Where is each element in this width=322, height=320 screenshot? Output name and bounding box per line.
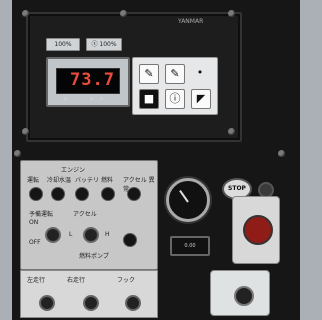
accel-low-label: L (69, 231, 73, 238)
engine-item-4: 燃料 (101, 177, 114, 184)
gauge-needle (179, 189, 189, 203)
travel-controls: 左走行 右走行 フック (20, 270, 158, 318)
mode-switch[interactable] (45, 227, 61, 243)
keypad: ✎ ✎ • ■ ⓘ ◤ (132, 57, 218, 115)
display-module: 73.7 (46, 57, 130, 107)
engine-group-label: エンジン (61, 167, 86, 174)
screw (228, 128, 235, 135)
mode-off-label: OFF (29, 239, 41, 246)
bottom-label-2: 右走行 (67, 277, 86, 284)
accel-group-label: アクセル (73, 211, 97, 218)
knob[interactable] (123, 233, 137, 247)
dot-icon[interactable]: • (191, 64, 209, 82)
speaker-icon[interactable]: ◤ (191, 89, 211, 109)
pump-label: 燃料ポンプ (79, 253, 109, 260)
indicator-led (64, 97, 67, 100)
engine-item-1: 運転 (27, 177, 40, 184)
top-right-button[interactable]: ⓢ 100% (86, 38, 122, 51)
ignition-key[interactable] (234, 286, 254, 306)
bottom-label-1: 左走行 (27, 277, 46, 284)
square-icon[interactable]: ■ (139, 89, 159, 109)
screw (14, 150, 21, 157)
screw (278, 150, 285, 157)
lcd-screen: 73.7 (56, 68, 120, 94)
mode-on-label: ON (29, 219, 39, 226)
digital-readout: 73.7 (70, 70, 115, 90)
mode-group-label: 予備運転 (29, 211, 54, 218)
screw (22, 128, 29, 135)
screw (22, 10, 29, 17)
wrench-icon[interactable]: ✎ (165, 64, 185, 84)
wrench-icon[interactable]: ✎ (139, 64, 159, 84)
top-left-button[interactable]: 100% (46, 38, 80, 51)
travel-switch-left[interactable] (39, 295, 55, 311)
engine-item-3: バッテリ (75, 177, 100, 184)
screw (228, 10, 235, 17)
info-icon[interactable]: ⓘ (165, 89, 185, 109)
brand-label: YANMAR (178, 18, 204, 25)
stop-button-housing (232, 196, 280, 264)
screw (120, 10, 127, 17)
hour-meter: 0.00 (170, 236, 210, 256)
accel-high-label: H (105, 231, 110, 238)
analog-gauge (166, 178, 210, 222)
knob[interactable] (51, 187, 65, 201)
accel-switch[interactable] (83, 227, 99, 243)
engine-item-2: 冷却水温 (47, 177, 72, 184)
travel-switch-right[interactable] (83, 295, 99, 311)
knob[interactable] (127, 187, 141, 201)
indicator-led (100, 97, 103, 100)
stop-button[interactable] (243, 215, 273, 245)
engine-panel: エンジン 運転 冷却水温 バッテリ 燃料 アクセル 異常 予備運転 ON OFF… (20, 160, 158, 270)
knob[interactable] (29, 187, 43, 201)
knob[interactable] (75, 187, 89, 201)
indicator-led (90, 97, 93, 100)
bottom-label-3: フック (117, 277, 136, 284)
hook-switch[interactable] (125, 295, 141, 311)
knob[interactable] (101, 187, 115, 201)
